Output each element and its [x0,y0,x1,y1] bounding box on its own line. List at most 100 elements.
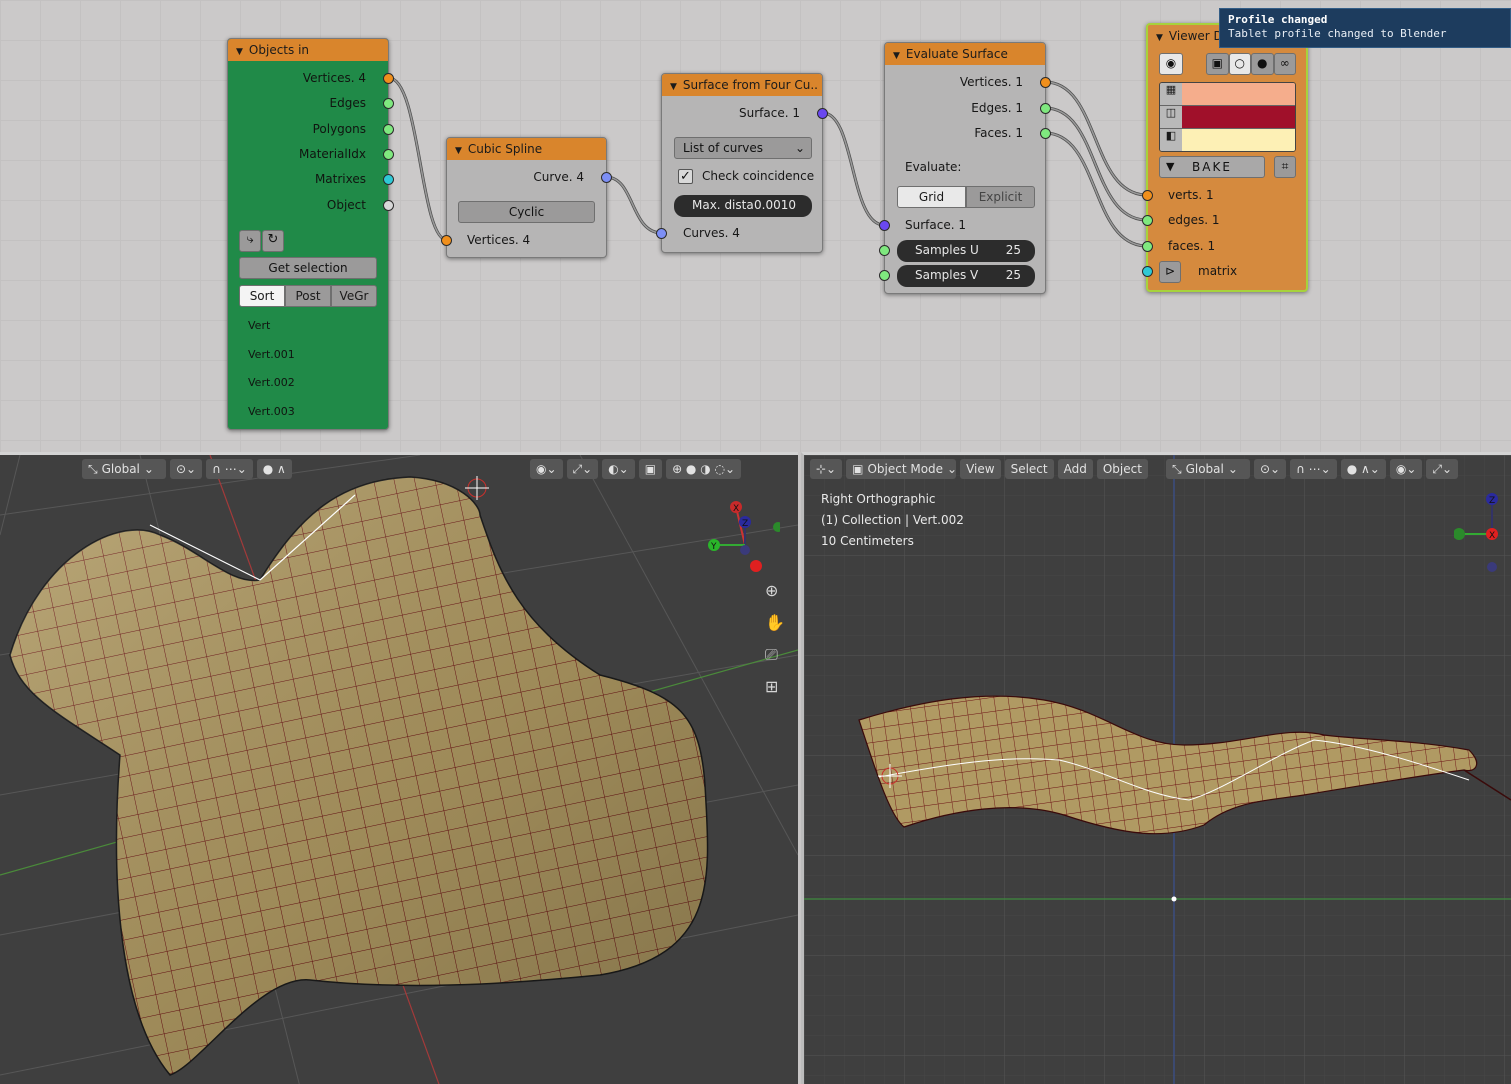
object-list-item[interactable]: Vert.001 [248,348,295,361]
overlays-dropdown[interactable]: ◐⌄ [602,459,635,479]
output-polygons: Polygons [312,122,366,136]
transform-orientation-dropdown[interactable]: ⤡ Global ⌄ [82,459,166,479]
socket-surface[interactable] [817,108,828,119]
shading-modes[interactable]: ⊕ ● ◑ ◌⌄ [666,459,742,479]
grid-icon[interactable]: ⊞ [765,677,778,696]
node-header[interactable]: ▼ Evaluate Surface [885,43,1045,65]
socket-edges[interactable] [383,98,394,109]
node-header[interactable]: ▼ Objects in [228,39,388,61]
socket-verts-in[interactable] [1142,190,1153,201]
link-icon[interactable]: ⤷ [239,230,261,252]
socket-matrix-in[interactable] [1142,266,1153,277]
samples-u-field[interactable]: Samples U 25 [897,240,1035,262]
refresh-icon[interactable]: ↻ [262,230,284,252]
cyclic-toggle[interactable]: Cyclic [458,201,595,223]
link-icon[interactable]: ∞ [1273,53,1296,75]
object-list-item[interactable]: Vert.002 [248,376,295,389]
visibility-dropdown[interactable]: ◉⌄ [530,459,563,479]
menu-add[interactable]: Add [1057,459,1093,479]
node-editor[interactable]: ▼ Objects in Vertices. 4 Edges Polygons M… [0,0,1511,452]
notification-toast: Profile changed Tablet profile changed t… [1219,8,1511,48]
node-evaluate-surface[interactable]: ▼ Evaluate Surface Vertices. 1 Edges. 1 F… [879,42,1051,294]
orientation-value: Global [1185,462,1224,476]
transform-orientation-dropdown[interactable]: ⤡ Global ⌄ [1165,459,1250,479]
explicit-mode-button[interactable]: Explicit [966,186,1035,208]
zoom-icon[interactable]: ⊕ [765,581,778,600]
circle-icon[interactable]: ○ [1228,53,1251,75]
socket-vertices-in[interactable] [441,235,452,246]
visibility-dropdown[interactable]: ◉⌄ [1389,459,1423,479]
menu-view[interactable]: View [960,459,1001,479]
orientation-icon: ⤡ [88,462,98,476]
collapse-icon[interactable]: ▼ [1156,33,1163,43]
eye-icon[interactable]: ◉ [1159,53,1183,75]
socket-matrixes[interactable] [383,174,394,185]
socket-faces[interactable] [1040,128,1051,139]
snap-dropdown[interactable]: ∩ ⋯⌄ [1290,459,1337,479]
node-title: Objects in [248,43,310,57]
proportional-edit-button[interactable]: ● ∧⌄ [1340,459,1386,479]
socket-edges[interactable] [1040,103,1051,114]
snap-dropdown[interactable]: ∩ ⋯⌄ [206,459,253,479]
socket-surface-in[interactable] [879,220,890,231]
socket-vertices[interactable] [1040,77,1051,88]
max-distance-field[interactable]: Max. dista 0.0010 [674,195,812,217]
cube-icon[interactable]: ▣ [1206,53,1229,75]
viewport-scene [0,455,798,1084]
check-coincidence-checkbox[interactable]: ✓ [678,169,693,184]
navigation-gizmo[interactable]: Z X [1454,487,1511,577]
tab-vegr[interactable]: VeGr [331,285,377,307]
collapse-icon[interactable]: ▼ [455,146,462,156]
socket-curve[interactable] [601,172,612,183]
vertex-color-swatch[interactable] [1182,83,1295,105]
collapse-icon[interactable]: ▼ [236,47,243,57]
3d-viewport-orthographic[interactable]: ⊹⌄ ▣ Object Mode ⌄ View Select Add Object … [801,452,1511,1084]
node-header[interactable]: ▼ Cubic Spline [447,138,606,160]
samples-v-field[interactable]: Samples V 25 [897,265,1035,287]
grid-mode-button[interactable]: Grid [897,186,966,208]
socket-faces-in[interactable] [1142,241,1153,252]
proportional-edit-button[interactable]: ● ∧ [256,459,292,479]
socket-edges-in[interactable] [1142,215,1153,226]
gizmo-dropdown[interactable]: ⤢⌄ [1426,459,1459,479]
menu-object[interactable]: Object [1096,459,1148,479]
socket-object[interactable] [383,200,394,211]
pivot-point-dropdown[interactable]: ⊙⌄ [170,459,203,479]
collapse-icon[interactable]: ▼ [893,51,900,61]
interaction-mode-dropdown[interactable]: ▣ Object Mode ⌄ [846,459,957,479]
tab-post[interactable]: Post [285,285,331,307]
node-surface-from-curves[interactable]: ▼ Surface from Four Cu.. Surface. 1 List … [656,73,828,253]
socket-polygons[interactable] [383,124,394,135]
collapse-icon[interactable]: ▼ [670,82,677,92]
bake-button[interactable]: ▼ BAKE [1159,156,1265,178]
matrix-icon[interactable]: ⊳ [1159,261,1181,283]
socket-curves-in[interactable] [656,228,667,239]
xray-button[interactable]: ▣ [638,459,663,479]
get-selection-button[interactable]: Get selection [239,257,377,279]
mode-dropdown[interactable]: List of curves ⌄ [674,137,812,159]
socket-samples-u[interactable] [879,245,890,256]
face-color-swatch[interactable] [1182,129,1295,151]
pan-icon[interactable]: ✋ [765,613,785,632]
node-cubic-spline[interactable]: ▼ Cubic Spline Curve. 4 Cyclic Vertices. … [441,137,612,258]
object-list-item[interactable]: Vert [248,319,270,332]
tab-sort[interactable]: Sort [239,285,285,307]
3d-viewport-perspective[interactable]: ⤡ Global ⌄ ⊙⌄ ∩ ⋯⌄ ● ∧ ◉⌄ ⤢⌄ ◐⌄ ▣ ⊕ ● ◑ ◌⌄… [0,452,798,1084]
pivot-point-dropdown[interactable]: ⊙⌄ [1253,459,1287,479]
object-list-item[interactable]: Vert.003 [248,405,295,418]
socket-materialidx[interactable] [383,149,394,160]
socket-samples-v[interactable] [879,270,890,281]
node-header[interactable]: ▼ Surface from Four Cu.. [662,74,822,96]
editor-type-dropdown[interactable]: ⊹⌄ [810,459,843,479]
navigation-gizmo[interactable]: X Z Y [700,497,780,577]
output-edges: Edges [329,96,366,110]
socket-vertices[interactable] [383,73,394,84]
menu-select[interactable]: Select [1004,459,1054,479]
node-objects-in[interactable]: ▼ Objects in Vertices. 4 Edges Polygons M… [227,38,394,430]
edge-color-swatch[interactable] [1182,106,1295,128]
selection-icon[interactable]: ⌗ [1274,156,1296,178]
camera-icon[interactable]: ⎚ [765,645,778,665]
gizmo-dropdown[interactable]: ⤢⌄ [566,459,599,479]
sphere-icon[interactable]: ● [1251,53,1274,75]
node-viewer-draw[interactable]: ▼ Viewer D ◉ ▣ ○ ● ∞ ▦ ◫ ◧ ▼ BAKE ⌗ verts.… [1142,23,1308,292]
